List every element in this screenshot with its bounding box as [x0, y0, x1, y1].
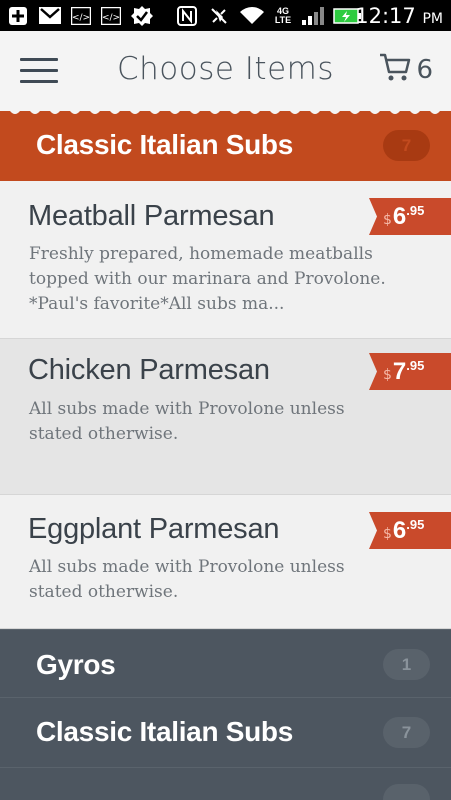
- nfc-icon: [176, 5, 198, 26]
- check-icon: [130, 5, 154, 26]
- code-icon: </>: [70, 6, 92, 25]
- item-name: Eggplant Parmesan: [28, 513, 280, 545]
- add-icon: [8, 6, 28, 25]
- scallop-edge: [0, 105, 451, 114]
- status-bar: </> </> 4G LTE 12:17 PM: [0, 0, 451, 31]
- category-count-badge: 7: [383, 717, 430, 748]
- price-tag: $7.95: [369, 353, 451, 390]
- cart-count: 6: [416, 55, 433, 85]
- menu-item[interactable]: Chicken Parmesan All subs made with Prov…: [0, 339, 451, 495]
- cart-icon: [378, 52, 412, 89]
- item-description: All subs made with Provolone unless stat…: [29, 557, 345, 602]
- category-count-badge: [383, 784, 430, 800]
- app-header: Choose Items 6: [0, 31, 451, 111]
- category-title: Classic Italian Subs: [36, 716, 293, 747]
- item-description: All subs made with Provolone unless stat…: [29, 399, 345, 444]
- category-count-badge: 1: [383, 649, 430, 680]
- mute-icon: [208, 6, 230, 25]
- gmail-icon: [38, 6, 62, 25]
- category-header-partial[interactable]: [0, 767, 451, 800]
- svg-text:</>: </>: [102, 13, 120, 23]
- status-time: 12:17 PM: [355, 4, 443, 28]
- price-tag: $6.95: [369, 198, 451, 235]
- category-title: Gyros: [36, 649, 116, 680]
- item-name: Meatball Parmesan: [28, 200, 275, 232]
- menu-item[interactable]: Eggplant Parmesan All subs made with Pro…: [0, 495, 451, 629]
- category-header-active[interactable]: Classic Italian Subs 7: [0, 105, 451, 181]
- network-type: 4G LTE: [274, 5, 292, 25]
- item-name: Chicken Parmesan: [28, 354, 270, 386]
- item-description: Freshly prepared, homemade meatballs top…: [29, 244, 386, 314]
- svg-text:</>: </>: [72, 13, 90, 23]
- category-header-gyros[interactable]: Gyros 1: [0, 629, 451, 697]
- category-title: Classic Italian Subs: [36, 129, 293, 160]
- category-count-badge: 7: [383, 130, 430, 161]
- code-icon: </>: [100, 6, 122, 25]
- wifi-icon: [238, 6, 266, 25]
- cart-button[interactable]: 6: [378, 52, 433, 88]
- category-header-classic-italian-subs[interactable]: Classic Italian Subs 7: [0, 697, 451, 767]
- menu-item[interactable]: Meatball Parmesan Freshly prepared, home…: [0, 181, 451, 339]
- price-tag: $6.95: [369, 512, 451, 549]
- signal-icon: [300, 6, 328, 25]
